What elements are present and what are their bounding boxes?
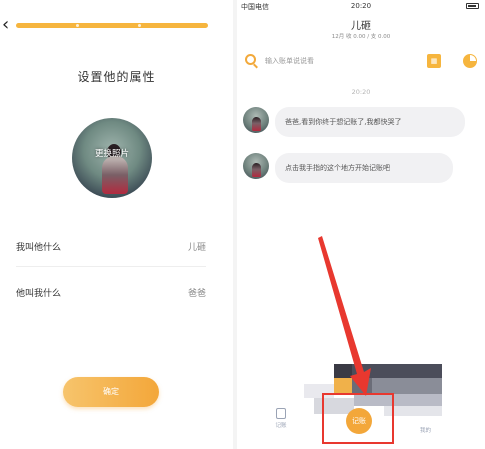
nickname-label: 我叫他什么 <box>16 243 62 253</box>
tab-right-label[interactable]: 我的 <box>420 426 431 434</box>
called-value: 爸爸 <box>187 289 206 299</box>
nickname-value: 儿砸 <box>187 243 206 253</box>
called-label: 他叫我什么 <box>16 289 62 299</box>
nickname-row[interactable]: 我叫他什么 儿砸 <box>16 236 206 256</box>
avatar <box>243 153 269 179</box>
message-timestamp: 20:20 <box>351 88 371 96</box>
highlight-box <box>322 393 394 444</box>
message-bubble: 点击我手指的这个地方开始记账吧 <box>275 153 453 183</box>
pie-chart-icon[interactable] <box>463 54 477 68</box>
bag-icon <box>276 408 286 419</box>
chat-title: 儿砸 <box>351 21 371 32</box>
battery-icon <box>466 3 479 9</box>
screenshot-stage: ‹ 设置他的属性 更换照片 我叫他什么 儿砸 他叫我什么 爸爸 确定 中国电信 … <box>0 0 485 449</box>
status-bar: 中国电信 20:20 <box>237 0 485 14</box>
status-time: 20:20 <box>350 2 372 10</box>
step-progress-bar <box>16 23 208 28</box>
row-divider <box>16 266 206 267</box>
back-icon[interactable]: ‹ <box>2 16 16 34</box>
page-title: 设置他的属性 <box>77 70 156 84</box>
search-icon[interactable] <box>245 54 256 65</box>
change-photo-avatar[interactable]: 更换照片 <box>72 118 152 198</box>
change-photo-label: 更换照片 <box>94 149 129 159</box>
status-icons <box>466 2 479 10</box>
called-row[interactable]: 他叫我什么 爸爸 <box>16 282 206 302</box>
attribute-settings-screen: ‹ 设置他的属性 更换照片 我叫他什么 儿砸 他叫我什么 爸爸 确定 <box>0 0 233 449</box>
tab-left[interactable]: 记账 <box>269 408 293 429</box>
month-summary: 12月 收 0.00 / 支 0.00 <box>331 34 391 40</box>
confirm-button[interactable]: 确定 <box>63 377 159 407</box>
search-placeholder: 输入账单说说看 <box>265 57 314 65</box>
avatar <box>243 107 269 133</box>
calendar-icon[interactable]: ▦ <box>427 54 441 68</box>
message-bubble: 爸爸,看到你终于想记账了,我都快哭了 <box>275 107 465 137</box>
tab-left-label: 记账 <box>275 423 287 429</box>
search-bar[interactable]: 输入账单说说看 <box>245 52 355 68</box>
